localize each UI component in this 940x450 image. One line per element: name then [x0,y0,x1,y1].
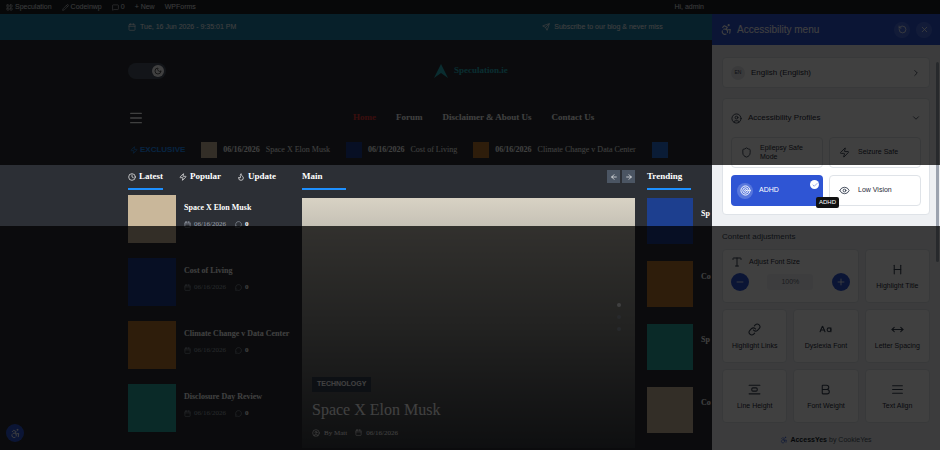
tab-icon [237,173,245,181]
arrow-left-icon [610,173,618,181]
tab-icon [128,173,136,181]
next-button[interactable] [622,170,635,183]
profile-option-icon [740,185,751,196]
profile-option-icon [839,185,850,196]
profile-option[interactable]: Low Vision [829,175,921,206]
profile-option[interactable]: ADHDADHD [731,175,823,206]
screen: SpeculationCodeinwp0+ NewWPFormsHi, admi… [0,0,940,450]
prev-button[interactable] [607,170,620,183]
check-icon [812,182,818,188]
tab[interactable]: Latest [128,170,163,190]
reading-mask-top [0,0,940,165]
tab[interactable]: Popular [179,170,221,190]
tab-icon [179,173,187,181]
arrow-right-icon [625,173,633,181]
tab[interactable]: Update [237,170,276,190]
tooltip: ADHD [816,197,839,208]
reading-mask-bottom [0,226,940,450]
